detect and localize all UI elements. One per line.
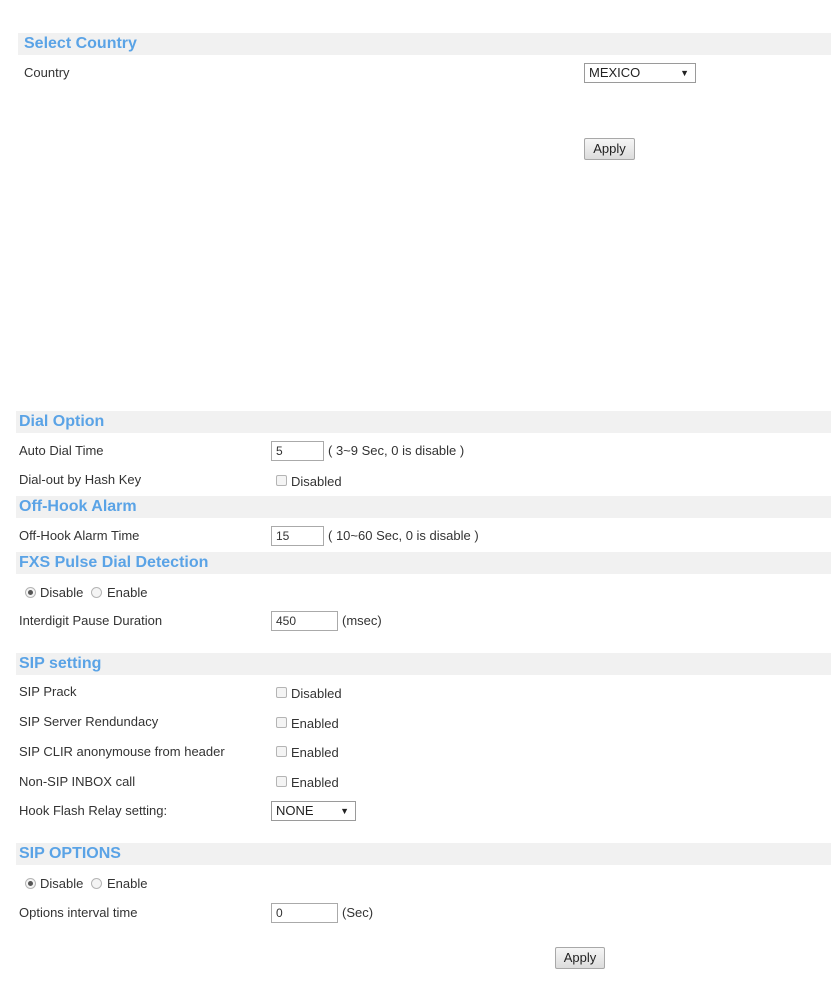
country-select[interactable]: MEXICO ▼ [584, 63, 696, 83]
fxs-pulse-header: FXS Pulse Dial Detection [16, 552, 831, 574]
auto-dial-time-label: Auto Dial Time [19, 443, 104, 458]
country-label: Country [24, 65, 70, 80]
hook-flash-relay-value: NONE [276, 803, 314, 818]
country-apply-button[interactable]: Apply [584, 138, 635, 160]
hook-flash-relay-label: Hook Flash Relay setting: [19, 803, 168, 818]
sip-clir-checkbox[interactable] [276, 746, 287, 757]
sip-clir-label: SIP CLIR anonymouse from header [19, 744, 225, 759]
select-country-header: Select Country [18, 33, 831, 55]
sip-redundancy-checkbox-label: Enabled [291, 716, 339, 731]
dial-option-title: Dial Option [19, 413, 105, 430]
non-sip-inbox-label: Non-SIP INBOX call [19, 774, 136, 789]
interdigit-pause-input[interactable]: 450 [271, 611, 338, 631]
sip-options-apply-label: Apply [563, 950, 597, 965]
options-interval-unit: (Sec) [342, 905, 374, 920]
off-hook-alarm-time-hint: ( 10~60 Sec, 0 is disable ) [328, 528, 479, 543]
interdigit-pause-unit: (msec) [342, 613, 382, 628]
sip-clir-checkbox-label: Enabled [291, 745, 339, 760]
sip-options-disable-radio[interactable] [25, 878, 36, 889]
fxs-disable-radio[interactable] [25, 587, 36, 598]
chevron-down-icon: ▼ [340, 806, 349, 816]
sip-options-apply-button[interactable]: Apply [555, 947, 605, 969]
sip-prack-checkbox-label: Disabled [291, 686, 342, 701]
interdigit-pause-label: Interdigit Pause Duration [19, 613, 163, 628]
fxs-enable-label: Enable [107, 585, 148, 600]
off-hook-alarm-time-input[interactable]: 15 [271, 526, 324, 546]
sip-setting-title: SIP setting [19, 655, 102, 672]
off-hook-alarm-time-value: 15 [276, 529, 290, 543]
options-interval-input[interactable]: 0 [271, 903, 338, 923]
chevron-down-icon: ▼ [680, 68, 689, 78]
sip-redundancy-checkbox[interactable] [276, 717, 287, 728]
sip-options-disable-label: Disable [40, 876, 84, 891]
non-sip-inbox-checkbox[interactable] [276, 776, 287, 787]
fxs-disable-label: Disable [40, 585, 84, 600]
fxs-enable-radio[interactable] [91, 587, 102, 598]
sip-options-header: SIP OPTIONS [16, 843, 831, 865]
off-hook-alarm-time-label: Off-Hook Alarm Time [19, 528, 140, 543]
sip-setting-header: SIP setting [16, 653, 831, 675]
sip-options-enable-radio[interactable] [91, 878, 102, 889]
fxs-pulse-title: FXS Pulse Dial Detection [19, 554, 209, 571]
interdigit-pause-value: 450 [276, 614, 297, 628]
options-interval-label: Options interval time [19, 905, 138, 920]
non-sip-inbox-checkbox-label: Enabled [291, 775, 339, 790]
country-select-value: MEXICO [589, 65, 641, 80]
sip-redundancy-label: SIP Server Rendundacy [19, 714, 159, 729]
off-hook-alarm-title: Off-Hook Alarm [19, 498, 137, 515]
select-country-title: Select Country [24, 35, 137, 52]
auto-dial-time-hint: ( 3~9 Sec, 0 is disable ) [328, 443, 465, 458]
auto-dial-time-value: 5 [276, 444, 283, 458]
off-hook-alarm-header: Off-Hook Alarm [16, 496, 831, 518]
hook-flash-relay-select[interactable]: NONE ▼ [271, 801, 356, 821]
options-interval-value: 0 [276, 906, 283, 920]
auto-dial-time-input[interactable]: 5 [271, 441, 324, 461]
hash-key-label: Dial-out by Hash Key [19, 472, 142, 487]
sip-prack-label: SIP Prack [19, 684, 77, 699]
hash-key-checkbox[interactable] [276, 475, 287, 486]
dial-option-header: Dial Option [16, 411, 831, 433]
sip-options-enable-label: Enable [107, 876, 148, 891]
sip-options-title: SIP OPTIONS [19, 845, 121, 862]
country-apply-label: Apply [593, 141, 626, 156]
hash-key-checkbox-label: Disabled [291, 474, 342, 489]
sip-prack-checkbox[interactable] [276, 687, 287, 698]
